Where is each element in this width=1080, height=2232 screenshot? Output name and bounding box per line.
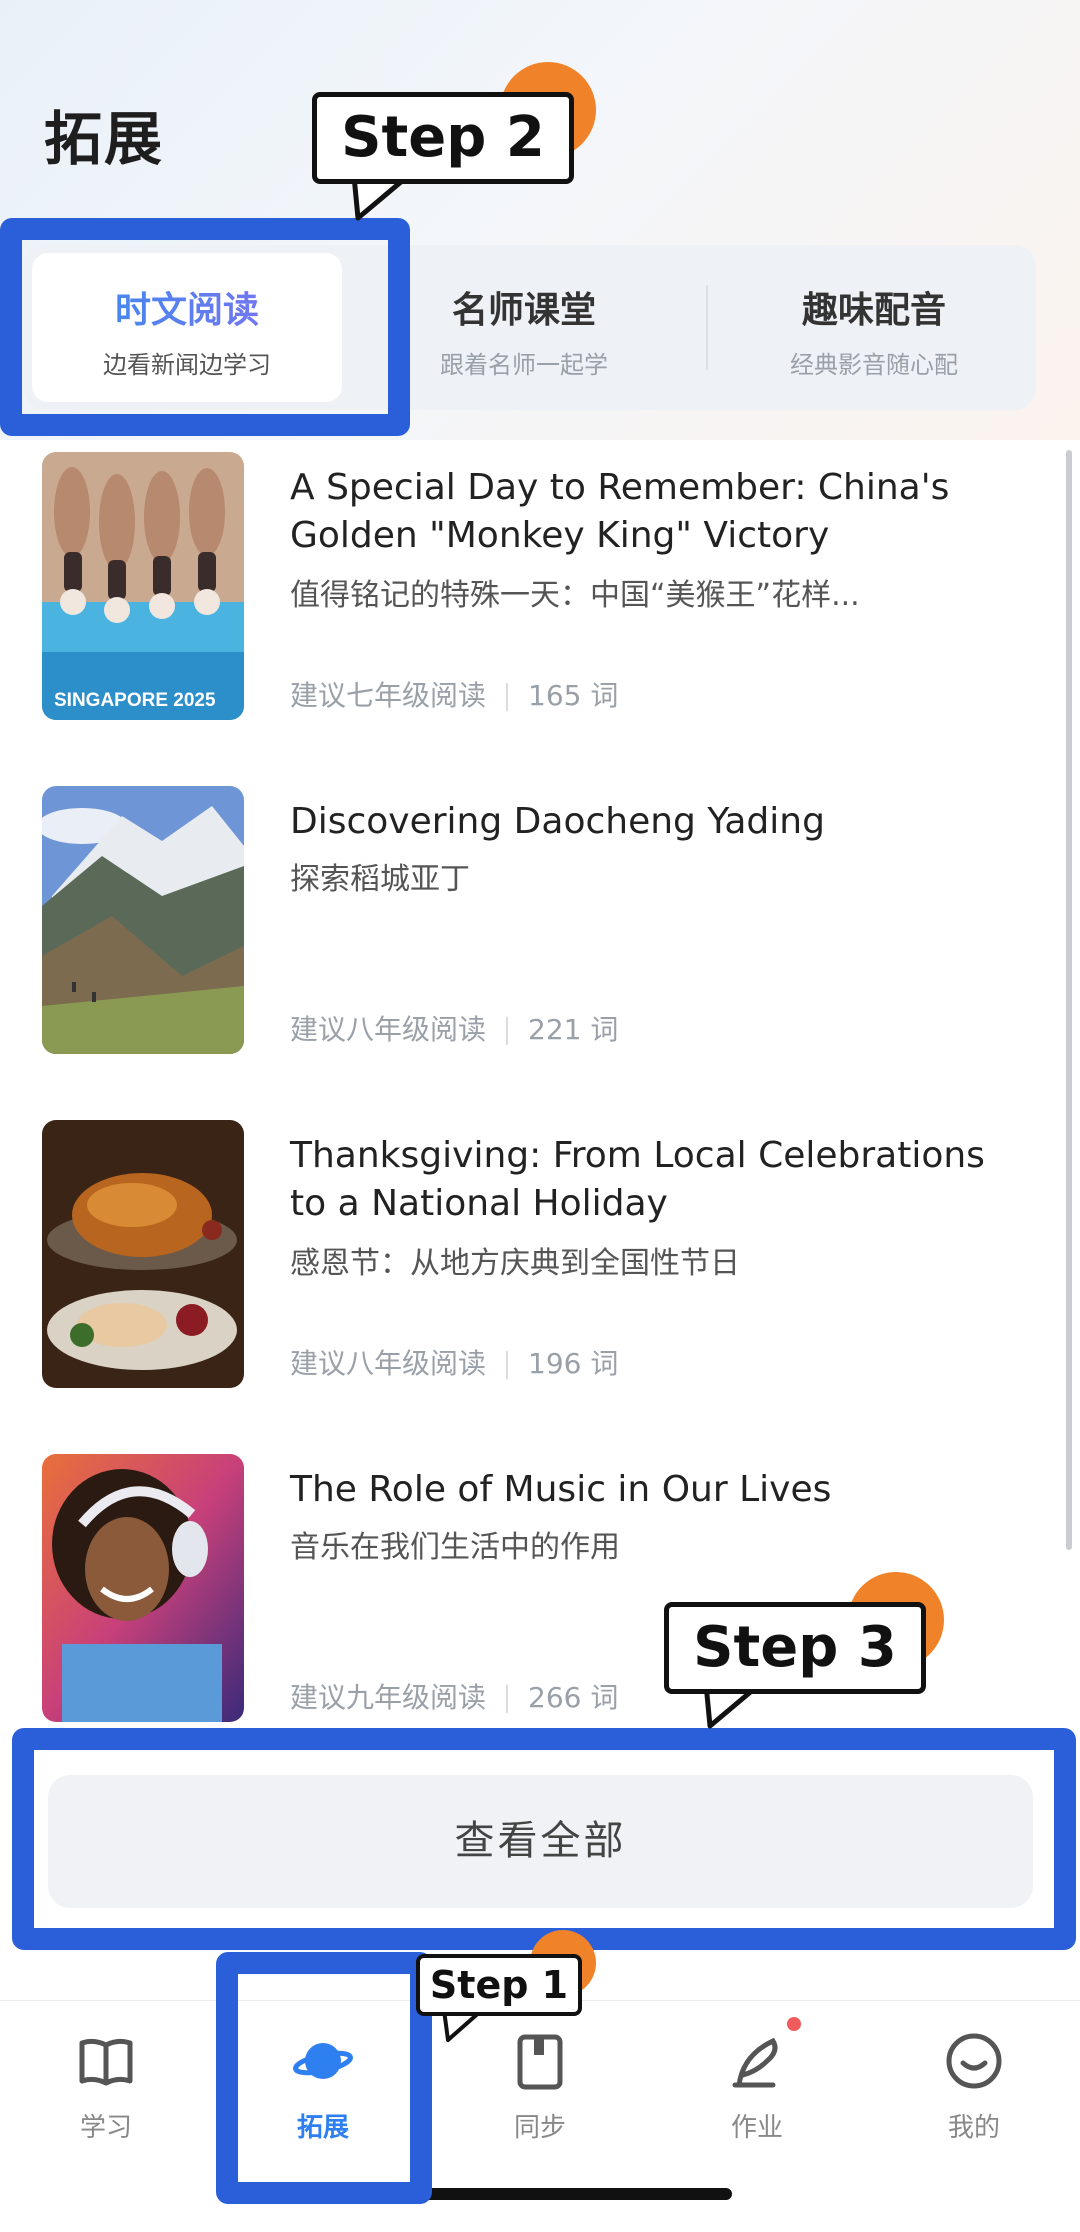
article-subtitle: 值得铭记的特殊一天：中国“美猴王”花样... <box>290 578 860 613</box>
nav-label: 作业 <box>730 2113 783 2143</box>
notebook-icon <box>517 2034 563 2090</box>
smiley-icon <box>946 2033 1002 2089</box>
article-subtitle: 探索稻城亚丁 <box>290 862 470 897</box>
meta-divider <box>506 1351 509 1379</box>
nav-item-study[interactable]: 学习 <box>26 2011 186 2161</box>
pen-icon <box>732 2037 778 2088</box>
article-meta: 建议八年级阅读 221 词 <box>290 1008 618 1048</box>
step-1-callout: Step 1 <box>416 1954 582 2016</box>
article-thumbnail <box>42 1120 244 1388</box>
list-item[interactable]: SINGAPORE 2025 A Special Day to Remember… <box>0 452 1080 732</box>
scrollbar[interactable] <box>1066 450 1072 1550</box>
highlight-nav <box>216 1952 432 2204</box>
nav-label: 同步 <box>513 2113 566 2143</box>
meta-divider <box>506 683 509 711</box>
tab-divider <box>706 285 708 370</box>
article-thumbnail <box>42 1454 244 1722</box>
reading-grade: 建议七年级阅读 <box>290 679 487 712</box>
highlight-view-all <box>12 1728 1076 1950</box>
list-item[interactable]: Thanksgiving: From Local Celebrations to… <box>0 1120 1080 1400</box>
meta-divider <box>506 1685 509 1713</box>
article-thumbnail <box>42 786 244 1054</box>
article-meta: 建议七年级阅读 165 词 <box>290 674 618 714</box>
meta-divider <box>506 1017 509 1045</box>
word-count: 165 词 <box>528 679 619 712</box>
tab-label: 趣味配音 <box>801 290 946 331</box>
reading-grade: 建议八年级阅读 <box>290 1013 487 1046</box>
nav-item-mine[interactable]: 我的 <box>894 2011 1054 2161</box>
word-count: 266 词 <box>528 1681 619 1714</box>
article-thumbnail: SINGAPORE 2025 <box>42 452 244 720</box>
article-title: A Special Day to Remember: China's Golde… <box>290 467 950 556</box>
word-count: 221 词 <box>528 1013 619 1046</box>
step-3-callout: Step 3 <box>664 1602 926 1694</box>
notification-badge <box>787 2017 801 2031</box>
article-meta: 建议九年级阅读 266 词 <box>290 1676 618 1716</box>
page-title: 拓展 <box>44 105 165 173</box>
article-subtitle: 音乐在我们生活中的作用 <box>290 1530 620 1565</box>
article-title: The Role of Music in Our Lives <box>290 1469 832 1510</box>
thumbnail-caption: SINGAPORE 2025 <box>54 690 216 711</box>
tab-sub: 经典影音随心配 <box>790 351 958 379</box>
book-icon <box>79 2038 133 2086</box>
article-title: Thanksgiving: From Local Celebrations to… <box>290 1135 985 1224</box>
nav-label: 我的 <box>947 2113 1000 2143</box>
word-count: 196 词 <box>528 1347 619 1380</box>
reading-grade: 建议八年级阅读 <box>290 1347 487 1380</box>
nav-item-homework[interactable]: 作业 <box>677 2011 837 2161</box>
article-meta: 建议八年级阅读 196 词 <box>290 1342 618 1382</box>
step-2-callout: Step 2 <box>312 92 574 184</box>
tab-fun-dubbing[interactable]: 趣味配音 经典影音随心配 <box>714 245 1034 410</box>
nav-label: 学习 <box>79 2113 132 2143</box>
highlight-tab <box>0 218 410 436</box>
home-indicator <box>412 2188 732 2200</box>
article-subtitle: 感恩节：从地方庆典到全国性节日 <box>290 1246 740 1281</box>
article-title: Discovering Daocheng Yading <box>290 801 825 842</box>
reading-grade: 建议九年级阅读 <box>290 1681 487 1714</box>
list-item[interactable]: Discovering Daocheng Yading 探索稻城亚丁 建议八年级… <box>0 786 1080 1066</box>
